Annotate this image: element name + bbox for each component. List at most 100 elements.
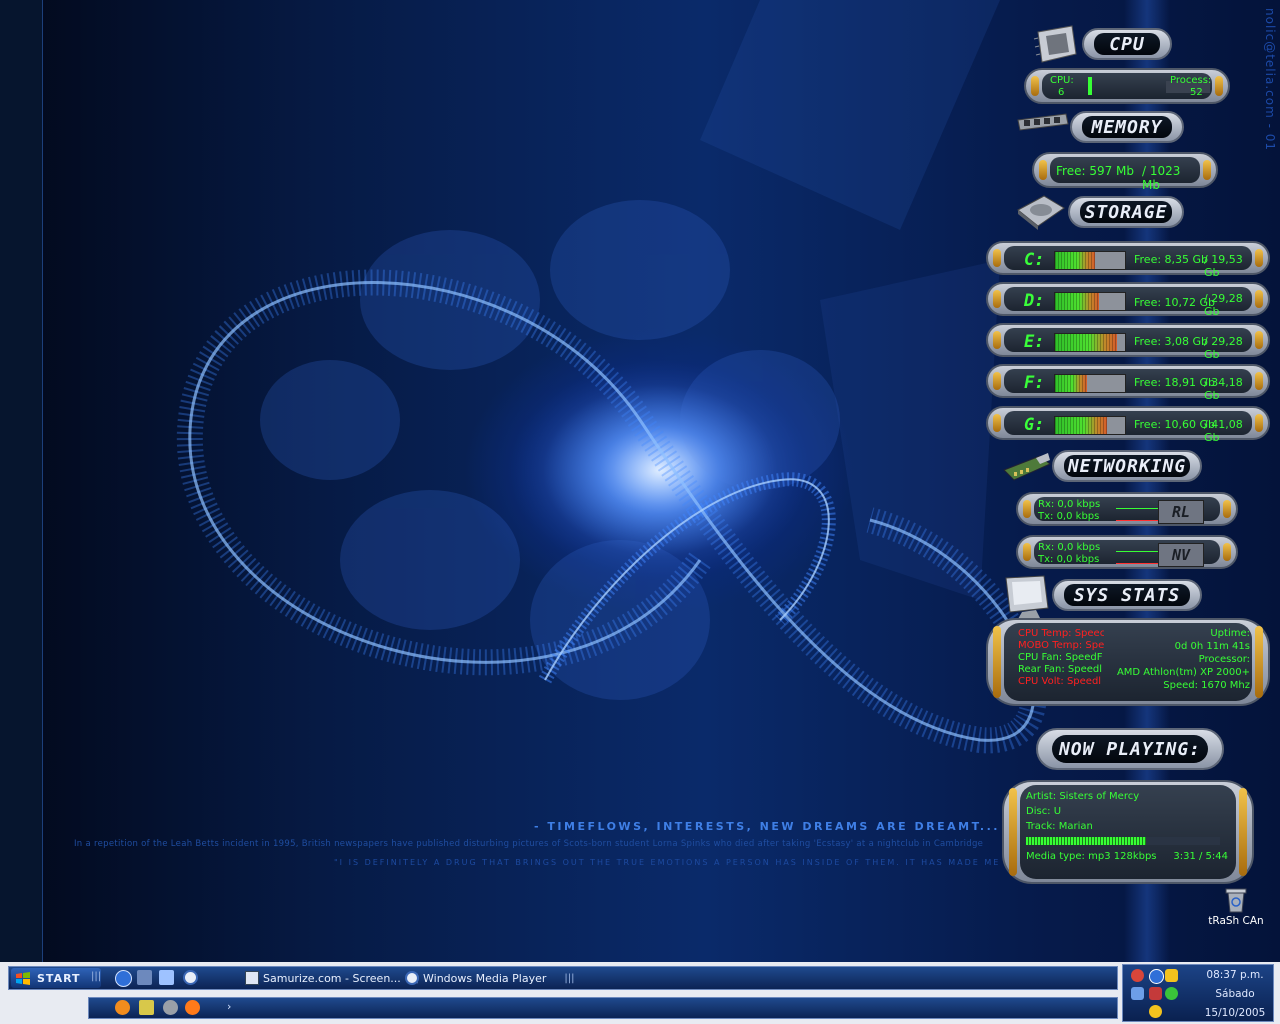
- task-button-media-player[interactable]: Windows Media Player |||: [405, 968, 574, 988]
- users-tray-icon[interactable]: [1131, 969, 1144, 982]
- wallpaper-story-text: In a repetition of the Leah Betts incide…: [74, 839, 984, 849]
- drive-f-letter: F:: [1024, 373, 1045, 393]
- cpu-usage-label: CPU:: [1050, 75, 1074, 86]
- now-playing-media-type: Media type: mp3 128kbps: [1026, 851, 1157, 862]
- network-tray-icon[interactable]: [1131, 987, 1144, 1000]
- drive-f-usage-fill: [1055, 375, 1087, 392]
- memory-free: Free: 597 Mb: [1056, 164, 1135, 178]
- taskbar-main-row: START ||| Samurize.com - Screen... ||| W…: [8, 966, 1118, 990]
- now-playing-disc: Disc: U: [1026, 806, 1062, 817]
- cpu-usage-meter-fill: [1088, 77, 1092, 95]
- drive-d-total: / 29,28 Gb: [1204, 292, 1243, 318]
- networking-header: NETWORKING: [1052, 450, 1202, 482]
- messenger-quicklaunch-icon[interactable]: [115, 970, 132, 987]
- notes-quicklaunch-icon[interactable]: [139, 1000, 154, 1015]
- now-playing-artist: Artist: Sisters of Mercy: [1026, 791, 1140, 802]
- drive-e-panel[interactable]: E: Free: 3,08 Gb / 29,28 Gb: [986, 323, 1270, 361]
- drive-e-free: Free: 3,08 Gb: [1134, 335, 1209, 348]
- music-quicklaunch-icon[interactable]: [185, 1000, 200, 1015]
- network-nv-tx: Tx: 0,0 kbps: [1038, 554, 1100, 565]
- start-button[interactable]: START: [11, 968, 101, 988]
- sys-stats-header: SYS STATS: [1052, 579, 1202, 611]
- task-separator: |||: [564, 972, 575, 984]
- drive-c-usage-bar: [1054, 251, 1126, 270]
- now-playing-time: 3:31 / 5:44: [1173, 851, 1228, 862]
- network-rl-tx: Tx: 0,0 kbps: [1038, 511, 1100, 522]
- cpu-header: CPU: [1082, 28, 1172, 60]
- desktop-wallpaper: nolic@telia.com - 01 - TIMEFLOWS, INTERE…: [0, 0, 1280, 962]
- clock-time[interactable]: 08:37 p.m.: [1203, 969, 1267, 981]
- drive-c-panel[interactable]: C: Free: 8,35 Gb / 19,53 Gb: [986, 241, 1270, 279]
- memory-header: MEMORY: [1070, 111, 1184, 143]
- trash-label: tRaSh CAn: [1208, 915, 1264, 927]
- desktop-icon-trash[interactable]: tRaSh CAn: [1206, 884, 1266, 934]
- drive-g-panel[interactable]: G: Free: 10,60 Gb / 41,08 Gb: [986, 406, 1270, 444]
- alert-tray-icon[interactable]: [1149, 1005, 1162, 1018]
- sys-sensor-line: CPU Temp: Speec: [1018, 628, 1104, 639]
- sys-stats-sensors: CPU Temp: Speec MOBO Temp: Spe CPU Fan: …: [1018, 628, 1104, 688]
- toolbar-grip[interactable]: |||: [91, 971, 101, 982]
- sys-stats-info: Uptime: 0d 0h 11m 41s Processor: AMD Ath…: [1117, 627, 1250, 692]
- drive-f-usage-bar: [1054, 374, 1126, 393]
- drive-g-letter: G:: [1024, 415, 1045, 435]
- wallpaper-quote: "I IS DEFINITELY A DRUG THAT BRINGS OUT …: [334, 858, 1053, 867]
- sys-sensor-line: CPU Volt: Speedl: [1018, 676, 1102, 687]
- browser-window-icon: [245, 971, 259, 985]
- tool-tray-icon[interactable]: [1149, 987, 1162, 1000]
- drive-g-total: / 41,08 Gb: [1204, 418, 1243, 444]
- firefox-quicklaunch-icon[interactable]: [115, 1000, 130, 1015]
- network-card-icon: [1003, 453, 1051, 481]
- process-count: 52: [1190, 87, 1203, 98]
- drive-g-usage-fill: [1055, 417, 1107, 434]
- drive-f-panel[interactable]: F: Free: 18,91 Gb / 34,18 Gb: [986, 364, 1270, 402]
- network-rl-rx: Rx: 0,0 kbps: [1038, 499, 1101, 510]
- drive-f-total: / 34,18 Gb: [1204, 376, 1243, 402]
- drive-d-letter: D:: [1024, 291, 1045, 311]
- track-progress-bar[interactable]: [1026, 837, 1220, 845]
- memory-total: / 1023 Mb: [1142, 164, 1181, 192]
- recycle-bin-icon: [1225, 888, 1247, 913]
- now-playing-panel[interactable]: Artist: Sisters of Mercy Disc: U Track: …: [1002, 780, 1254, 884]
- task-label-samurize: Samurize.com - Screen...: [263, 971, 401, 985]
- settings-quicklaunch-icon[interactable]: [163, 1000, 178, 1015]
- cpu-chip-icon: [1033, 25, 1077, 63]
- uptime-value: 0d 0h 11m 41s: [1174, 641, 1250, 652]
- hard-drive-icon: [1017, 195, 1065, 230]
- explorer-quicklaunch-icon[interactable]: [137, 970, 152, 985]
- memory-panel: Free: 597 Mb / 1023 Mb: [1032, 152, 1218, 192]
- documents-quicklaunch-icon[interactable]: [159, 970, 174, 985]
- security-shield-icon[interactable]: [1165, 969, 1178, 982]
- network-rl-tag: RL: [1158, 500, 1204, 524]
- start-label: START: [37, 971, 81, 985]
- drive-d-usage-fill: [1055, 293, 1100, 310]
- drive-d-panel[interactable]: D: Free: 10,72 Gb / 29,28 Gb: [986, 282, 1270, 318]
- check-tray-icon[interactable]: [1165, 987, 1178, 1000]
- drive-g-free: Free: 10,60 Gb: [1134, 418, 1216, 431]
- memory-module-icon: [1017, 113, 1069, 131]
- network-adapter-nv-panel[interactable]: Rx: 0,0 kbps Tx: 0,0 kbps NV: [1016, 535, 1238, 569]
- network-nv-tag: NV: [1158, 543, 1204, 567]
- network-adapter-rl-panel[interactable]: Rx: 0,0 kbps Tx: 0,0 kbps RL: [1016, 492, 1238, 526]
- cpu-panel: CPU: 6 Process: 52: [1024, 68, 1230, 104]
- clock-date: 15/10/2005: [1204, 1007, 1266, 1019]
- task-button-samurize[interactable]: Samurize.com - Screen... |||: [245, 968, 419, 988]
- media-player-quicklaunch-icon[interactable]: [183, 970, 198, 985]
- clock-day: Sábado: [1215, 988, 1255, 1000]
- drive-e-usage-bar: [1054, 333, 1126, 352]
- drive-d-free: Free: 10,72 Gb: [1134, 296, 1216, 309]
- chevron-right-icon[interactable]: ›: [227, 1000, 231, 1013]
- monitor-icon: [1005, 575, 1049, 619]
- taskbar: START ||| Samurize.com - Screen... ||| W…: [0, 962, 1280, 1024]
- system-tray: 08:37 p.m. Sábado 15/10/2005: [1122, 964, 1274, 1022]
- cpu-usage-meter: [1088, 77, 1148, 95]
- sys-sensor-line: Rear Fan: Speedl: [1018, 664, 1103, 675]
- drive-c-usage-fill: [1055, 252, 1095, 269]
- drive-e-letter: E:: [1024, 332, 1045, 352]
- drive-d-usage-bar: [1054, 292, 1126, 311]
- sys-sensor-line: MOBO Temp: Spe: [1018, 640, 1104, 651]
- sys-stats-panel: CPU Temp: Speec MOBO Temp: Spe CPU Fan: …: [986, 618, 1270, 706]
- sys-sensor-line: CPU Fan: SpeedF: [1018, 652, 1103, 663]
- processor-value: AMD Athlon(tm) XP 2000+: [1116, 667, 1250, 678]
- track-progress-fill: [1026, 837, 1147, 845]
- messenger-tray-icon[interactable]: [1149, 969, 1164, 984]
